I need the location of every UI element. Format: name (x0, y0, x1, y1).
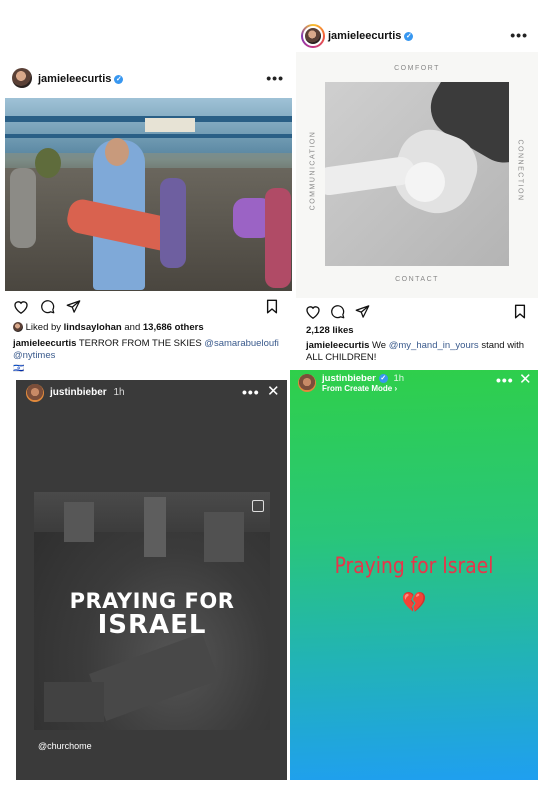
flag-emoji: 🇮🇱 (13, 363, 25, 373)
post-1: jamieleecurtis ✓ ••• Liked by lindsayloh… (0, 60, 293, 373)
post-1-caption: jamieleecurtis TERROR FROM THE SKIES @sa… (13, 338, 279, 373)
post-1-photo[interactable] (5, 98, 292, 291)
share-icon[interactable] (355, 304, 370, 319)
story-1-avatar[interactable] (26, 384, 44, 402)
multiple-images-icon (252, 500, 264, 512)
story-2: justinbieber ✓ 1h From Create Mode › ••• … (290, 370, 538, 780)
word-contact: CONTACT (395, 276, 439, 283)
comment-icon[interactable] (330, 304, 345, 319)
post-2-avatar[interactable] (301, 24, 325, 48)
broken-heart-icon: 💔 (401, 592, 427, 614)
story-1-more-button[interactable]: ••• (242, 384, 260, 400)
word-communication: COMMUNICATION (309, 130, 317, 211)
close-icon[interactable]: ✕ (519, 370, 532, 388)
story-1-username[interactable]: justinbieber 1h (50, 387, 125, 398)
liked-by-avatar (13, 322, 23, 333)
verified-icon: ✓ (114, 74, 124, 84)
verified-icon: ✓ (378, 373, 388, 383)
share-icon[interactable] (66, 299, 81, 314)
post-2: jamieleecurtis ✓ ••• COMFORT CONTACT COMM… (296, 18, 542, 363)
mention-link[interactable]: @nytimes (13, 350, 55, 361)
post-2-photo[interactable]: COMFORT CONTACT COMMUNICATION CONNECTION (296, 52, 538, 298)
bookmark-icon[interactable] (514, 304, 526, 319)
story-1-credit[interactable]: @churchome (38, 741, 92, 751)
heart-icon[interactable] (305, 304, 321, 319)
mention-link[interactable]: @samarabueloufi (204, 338, 279, 349)
bookmark-icon[interactable] (266, 299, 278, 314)
story-1: justinbieber 1h ••• ✕ PRAYING FOR ISRAEL… (16, 380, 287, 780)
story-2-message: Praying for Israel (334, 554, 494, 579)
comment-icon[interactable] (40, 299, 55, 314)
post-1-more-button[interactable]: ••• (266, 70, 284, 86)
holding-hands-photo (325, 82, 509, 266)
post-2-more-button[interactable]: ••• (510, 27, 528, 43)
story-2-avatar[interactable] (298, 374, 316, 392)
close-icon[interactable]: ✕ (267, 382, 280, 400)
heart-icon[interactable] (13, 299, 29, 314)
post-2-username[interactable]: jamieleecurtis ✓ (328, 30, 414, 42)
post-1-avatar[interactable] (12, 68, 32, 88)
post-1-liked-by[interactable]: Liked by lindsaylohan and 13,686 others (13, 322, 293, 334)
mention-link[interactable]: @my_hand_in_yours (389, 340, 479, 351)
post-2-likes[interactable]: 2,128 likes (306, 325, 354, 337)
story-1-headline: PRAYING FOR ISRAEL (69, 589, 235, 640)
verified-icon: ✓ (404, 31, 414, 41)
story-2-more-button[interactable]: ••• (496, 372, 514, 388)
word-comfort: COMFORT (394, 65, 440, 72)
post-1-username[interactable]: jamieleecurtis ✓ (38, 73, 124, 85)
word-connection: CONNECTION (516, 139, 524, 202)
story-1-photo[interactable]: PRAYING FOR ISRAEL (34, 492, 270, 730)
story-2-subtitle[interactable]: From Create Mode › (322, 384, 397, 393)
story-2-username[interactable]: justinbieber ✓ 1h (322, 373, 404, 384)
post-2-caption: jamieleecurtis We @my_hand_in_yours stan… (306, 340, 525, 363)
